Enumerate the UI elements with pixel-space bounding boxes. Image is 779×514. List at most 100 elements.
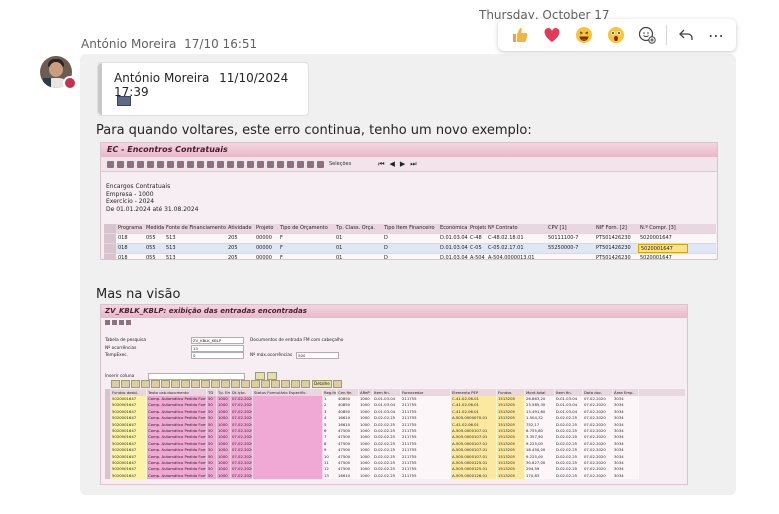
- sap1-cell: Tp. Class. Orça.: [336, 225, 376, 231]
- sap2-form: Tabela de pesquisa ZV_KBLK_KBLP Document…: [105, 337, 344, 360]
- message-timestamp: 17/10 16:51: [184, 37, 258, 51]
- sap1-cell: D.01.03.04: [440, 245, 468, 251]
- sap1-cell: CPV [1]: [548, 225, 567, 231]
- sap2-cell: Data doc.: [583, 389, 613, 396]
- sap1-cell: Programa: [118, 225, 143, 231]
- like-reaction-icon[interactable]: [504, 19, 536, 51]
- sap1-cell: 5020001647: [640, 255, 672, 260]
- sap1-cell: A-504.0000013.01: [488, 255, 535, 260]
- sap1-cell: Tipo de Orçamento: [280, 225, 328, 231]
- reply-icon[interactable]: [671, 19, 701, 51]
- sap1-selection-label: Seleções: [329, 161, 352, 167]
- sap1-cell: 01: [336, 235, 343, 241]
- sap1-cell: Nº Contrato: [488, 225, 518, 231]
- sap2-cell: 211755: [401, 472, 451, 480]
- quoted-message[interactable]: António Moreira 11/10/2024 17:39: [97, 62, 309, 116]
- add-reaction-icon[interactable]: [632, 19, 662, 51]
- sap2-cell: D.02.02.25: [555, 472, 583, 480]
- table-row: 018 055 513 205 00000 F 01 D D.01.03.04 C-05 C-05.…: [104, 244, 716, 254]
- surprised-reaction-icon[interactable]: [600, 19, 632, 51]
- sap1-page-nav-icons: ⏮◀▶⏭: [378, 159, 422, 168]
- sap1-cell: 018: [118, 255, 128, 260]
- sap1-cell: 5020001647: [640, 235, 672, 241]
- sap1-cell: F: [280, 255, 283, 260]
- sap1-cell: [546, 254, 594, 259]
- sap2-cell: 16610: [337, 472, 359, 480]
- sap1-cell: D: [384, 235, 388, 241]
- sap1-cell: Medida: [146, 225, 164, 231]
- sap1-cell: C-48.02.18.01: [488, 235, 524, 241]
- sap1-cell: 205: [228, 245, 238, 251]
- laugh-reaction-icon[interactable]: [568, 19, 600, 51]
- sap2-cell: Dt.lçto.: [231, 389, 253, 396]
- sap1-cell: 055: [146, 255, 156, 260]
- sap1-cell: D.01.03.04: [440, 235, 468, 241]
- sap1-cell: 00000: [256, 235, 272, 241]
- table-row: 018 055 513 205 00000 F 01 D D.01.03.04 A-504 A-50…: [104, 254, 716, 260]
- presence-busy-icon: [63, 76, 77, 90]
- sap2-cell: Item fin.: [373, 389, 401, 396]
- sap1-cell: F: [280, 245, 283, 251]
- sap1-cell: C-05: [470, 245, 482, 251]
- sap2-cell: [253, 472, 323, 480]
- sap1-cell: 00000: [256, 255, 272, 260]
- sap2-cell: 07.02.2020: [583, 472, 613, 480]
- sap-screenshot-1[interactable]: EC - Encontros Contratuais Seleções ⏮◀▶⏭…: [100, 142, 718, 260]
- sap2-cell: 13: [323, 472, 337, 480]
- sap2-detail-button[interactable]: Detalhe: [312, 380, 332, 388]
- sap2-cell: A-505.0000126.01: [451, 472, 497, 480]
- sap1-cell: 01: [336, 245, 343, 251]
- sap2-cell: 1000: [217, 472, 231, 480]
- sap2-cell: Elemento PEP: [451, 389, 497, 396]
- sap-screenshot-2[interactable]: ZV_KBLK_KBLP: exibição das entradas enco…: [100, 304, 688, 485]
- sap1-header-text: Encargos Contratuais Empresa - 1000 Exer…: [106, 183, 199, 213]
- sap1-cell: 513: [166, 235, 176, 241]
- sap2-cell: Fundos desbl.: [111, 389, 147, 396]
- sap1-cell: 018: [118, 245, 128, 251]
- sap1-cell: NIF Forn. [2]: [596, 225, 627, 231]
- table-row: 5020001647Comp. Automático Pedido Forn.4…: [105, 472, 685, 480]
- sap2-cell: Cen.fin.: [337, 389, 359, 396]
- sap2-cell: 50: [207, 472, 217, 480]
- sap2-title: ZV_KBLK_KBLP: exibição das entradas enco…: [101, 305, 687, 318]
- quote-author: António Moreira: [114, 71, 210, 85]
- sap2-cell: 07.02.2020: [231, 472, 253, 480]
- sap2-cell: 1513205: [497, 472, 525, 480]
- sap1-cell: D: [384, 245, 388, 251]
- sap1-cell: 00000: [256, 245, 272, 251]
- sap1-cell: 55250000-7: [548, 245, 579, 251]
- sap1-cell: Fonte de Financiamento: [166, 225, 226, 231]
- sap1-cell: PT501426230: [596, 235, 631, 241]
- sap2-cell: D.02.02.25: [373, 472, 401, 480]
- sap1-cell: A-504: [470, 255, 485, 260]
- sap1-title: EC - Encontros Contratuais: [101, 143, 717, 157]
- sap1-grid: Programa Medida Fonte de Financiamento Ativ…: [104, 224, 716, 260]
- sap2-cell: Tp. Empr.: [218, 389, 231, 396]
- sap2-cell: 5020001647: [111, 472, 147, 480]
- sap1-cell: Projeto: [256, 225, 274, 231]
- sap2-cell: Área Emp.: [613, 389, 639, 396]
- sap2-cell: 3034: [613, 472, 639, 480]
- sap1-header-row: Programa Medida Fonte de Financiamento Ativ…: [104, 224, 716, 234]
- sap2-cell: AReP: [359, 389, 373, 396]
- more-options-icon[interactable]: ⋯: [701, 19, 731, 51]
- sap2-cell: Mont.total: [525, 389, 555, 396]
- sap2-cell: Fornecedor: [401, 389, 451, 396]
- sap1-cell: 055: [146, 245, 156, 251]
- message-text-2: Mas na visão: [96, 287, 181, 302]
- table-row: 018 055 513 205 00000 F 01 D D.01.03.04 C-48 C-48.…: [104, 234, 716, 244]
- sap2-cell: Reg.Itm: [324, 389, 337, 396]
- sap1-cell: C-05.02.17.01: [488, 245, 524, 251]
- sap1-cell: 01: [336, 255, 343, 260]
- sap1-cell: 50111100-7: [548, 235, 579, 241]
- heart-reaction-icon[interactable]: [536, 19, 568, 51]
- sap1-cell: D.01.03.04: [440, 255, 468, 260]
- sap1-cell: F: [280, 235, 283, 241]
- sap2-cell: 170,83: [525, 472, 555, 480]
- sap1-cell: 513: [166, 245, 176, 251]
- sap1-cell: Económica: [440, 225, 468, 231]
- sender-name[interactable]: António Moreira: [81, 37, 176, 51]
- message-header: António Moreira 17/10 16:51: [81, 37, 257, 51]
- sap1-cell: Tipo Item Financeiro: [384, 225, 435, 231]
- image-attachment-icon: [117, 96, 131, 106]
